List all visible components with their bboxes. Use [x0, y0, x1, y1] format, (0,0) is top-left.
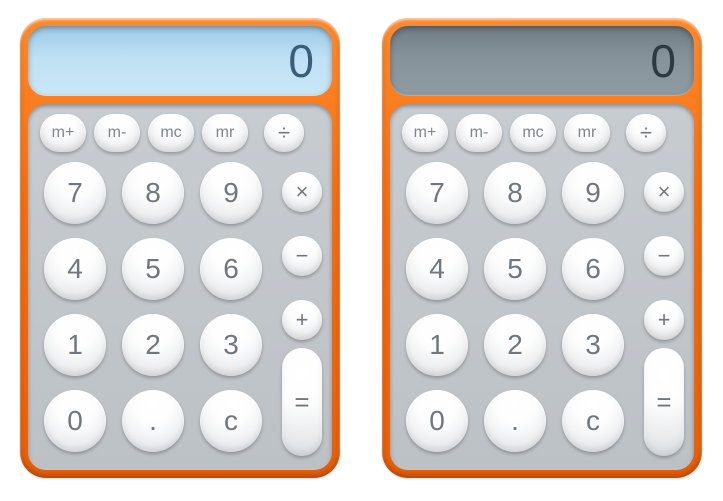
digit-9-button[interactable]: 9	[562, 162, 624, 224]
keypad: m+ m- mc mr ÷ 7 8 9 × 4 5 6 − 1 2 3 + 0 …	[28, 104, 332, 470]
minus-button[interactable]: −	[644, 236, 684, 276]
multiply-button[interactable]: ×	[282, 172, 322, 212]
button-grid: 7 8 9 × 4 5 6 − 1 2 3 + 0 . c =	[402, 158, 682, 458]
display: 0	[390, 26, 694, 96]
digit-1-button[interactable]: 1	[406, 314, 468, 376]
digit-9-button[interactable]: 9	[200, 162, 262, 224]
equals-button[interactable]: =	[282, 348, 322, 456]
decimal-button[interactable]: .	[122, 390, 184, 452]
plus-button[interactable]: +	[644, 300, 684, 340]
digit-6-button[interactable]: 6	[562, 238, 624, 300]
digit-3-button[interactable]: 3	[562, 314, 624, 376]
equals-button[interactable]: =	[644, 348, 684, 456]
memory-plus-button[interactable]: m+	[402, 114, 448, 152]
memory-minus-button[interactable]: m-	[94, 114, 140, 152]
decimal-button[interactable]: .	[484, 390, 546, 452]
keypad: m+ m- mc mr ÷ 7 8 9 × 4 5 6 − 1 2 3 + 0 …	[390, 104, 694, 470]
memory-recall-button[interactable]: mr	[202, 114, 248, 152]
display-value: 0	[288, 34, 314, 88]
minus-button[interactable]: −	[282, 236, 322, 276]
memory-clear-button[interactable]: mc	[510, 114, 556, 152]
digit-7-button[interactable]: 7	[406, 162, 468, 224]
digit-4-button[interactable]: 4	[406, 238, 468, 300]
plus-button[interactable]: +	[282, 300, 322, 340]
display-value: 0	[650, 34, 676, 88]
digit-7-button[interactable]: 7	[44, 162, 106, 224]
memory-clear-button[interactable]: mc	[148, 114, 194, 152]
calculator-left: 0 m+ m- mc mr ÷ 7 8 9 × 4 5 6 − 1 2 3 + …	[20, 18, 340, 478]
multiply-button[interactable]: ×	[644, 172, 684, 212]
digit-8-button[interactable]: 8	[484, 162, 546, 224]
divide-button[interactable]: ÷	[264, 114, 304, 152]
digit-2-button[interactable]: 2	[484, 314, 546, 376]
digit-1-button[interactable]: 1	[44, 314, 106, 376]
memory-plus-button[interactable]: m+	[40, 114, 86, 152]
digit-5-button[interactable]: 5	[484, 238, 546, 300]
memory-minus-button[interactable]: m-	[456, 114, 502, 152]
divide-button[interactable]: ÷	[626, 114, 666, 152]
digit-8-button[interactable]: 8	[122, 162, 184, 224]
memory-row: m+ m- mc mr ÷	[402, 114, 682, 152]
digit-0-button[interactable]: 0	[406, 390, 468, 452]
memory-row: m+ m- mc mr ÷	[40, 114, 320, 152]
digit-5-button[interactable]: 5	[122, 238, 184, 300]
memory-recall-button[interactable]: mr	[564, 114, 610, 152]
digit-0-button[interactable]: 0	[44, 390, 106, 452]
button-grid: 7 8 9 × 4 5 6 − 1 2 3 + 0 . c =	[40, 158, 320, 458]
digit-3-button[interactable]: 3	[200, 314, 262, 376]
digit-6-button[interactable]: 6	[200, 238, 262, 300]
digit-2-button[interactable]: 2	[122, 314, 184, 376]
display: 0	[28, 26, 332, 96]
digit-4-button[interactable]: 4	[44, 238, 106, 300]
clear-button[interactable]: c	[200, 390, 262, 452]
calculator-right: 0 m+ m- mc mr ÷ 7 8 9 × 4 5 6 − 1 2 3 + …	[382, 18, 702, 478]
clear-button[interactable]: c	[562, 390, 624, 452]
